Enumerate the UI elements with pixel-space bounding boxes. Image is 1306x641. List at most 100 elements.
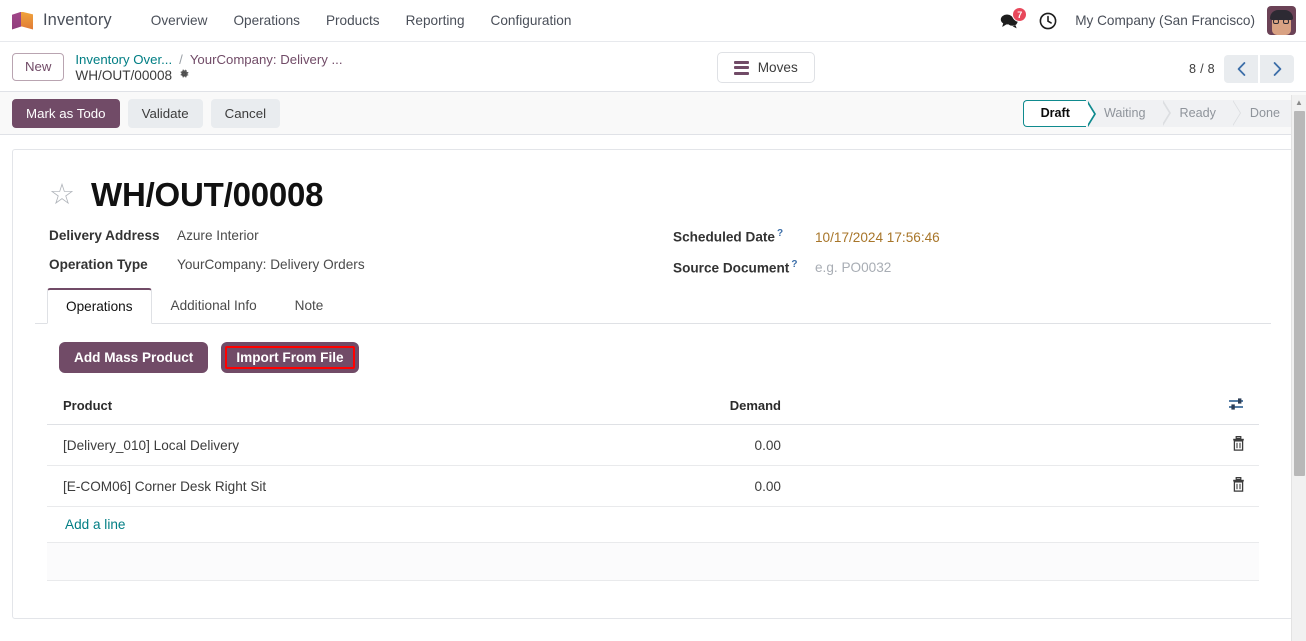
breadcrumb-item-delivery-orders[interactable]: YourCompany: Delivery ... bbox=[190, 52, 343, 67]
company-switcher[interactable]: My Company (San Francisco) bbox=[1067, 13, 1267, 28]
menu-configuration[interactable]: Configuration bbox=[478, 7, 585, 34]
add-mass-product-button[interactable]: Add Mass Product bbox=[59, 342, 209, 374]
cell-spacer bbox=[791, 424, 1211, 467]
messages-count-badge: 7 bbox=[1012, 7, 1028, 22]
moves-button[interactable]: Moves bbox=[716, 52, 815, 83]
list-icon bbox=[733, 60, 749, 75]
table-filler-cell bbox=[47, 542, 1259, 582]
import-from-file-button[interactable]: Import From File bbox=[221, 342, 359, 374]
clock-icon[interactable] bbox=[1029, 8, 1067, 34]
cell-actions bbox=[1211, 424, 1259, 467]
operations-action-buttons: Add Mass Product Import From File bbox=[59, 342, 1259, 374]
cell-demand[interactable]: 0.00 bbox=[591, 465, 791, 508]
menu-products[interactable]: Products bbox=[313, 7, 393, 34]
operations-table-head: Product Demand bbox=[47, 389, 1259, 426]
column-header-spacer bbox=[791, 389, 1211, 426]
form-fields: Delivery Address Azure Interior Operatio… bbox=[49, 228, 1271, 275]
cell-actions bbox=[1211, 465, 1259, 508]
trash-icon[interactable] bbox=[1232, 436, 1245, 454]
control-panel-center: Moves bbox=[343, 51, 1189, 83]
field-value-operation-type[interactable]: YourCompany: Delivery Orders bbox=[177, 257, 365, 272]
tab-additional-info[interactable]: Additional Info bbox=[152, 288, 276, 324]
operations-table-body: [Delivery_010] Local Delivery 0.00 [E-CO… bbox=[47, 424, 1259, 582]
status-pipeline: Draft Waiting Ready Done bbox=[1022, 99, 1294, 127]
form-column-right: Scheduled Date? 10/17/2024 17:56:46 Sour… bbox=[673, 228, 1271, 275]
odoo-inventory-app: Inventory Overview Operations Products R… bbox=[0, 0, 1306, 641]
record-reference: WH/OUT/00008 bbox=[75, 68, 173, 83]
mark-as-todo-button[interactable]: Mark as Todo bbox=[12, 98, 120, 128]
odoo-logo-icon bbox=[12, 9, 34, 33]
field-label-scheduled-date-text: Scheduled Date bbox=[673, 229, 775, 245]
scrollbar-thumb[interactable] bbox=[1294, 111, 1305, 476]
import-from-file-label: Import From File bbox=[236, 350, 344, 366]
breadcrumb-links: Inventory Over... / YourCompany: Deliver… bbox=[75, 52, 342, 67]
breadcrumb-separator: / bbox=[179, 52, 183, 67]
form-column-left: Delivery Address Azure Interior Operatio… bbox=[49, 228, 673, 275]
field-scheduled-date: Scheduled Date? 10/17/2024 17:56:46 bbox=[673, 228, 1271, 245]
field-value-scheduled-date[interactable]: 10/17/2024 17:56:46 bbox=[815, 230, 940, 245]
trash-icon[interactable] bbox=[1232, 477, 1245, 495]
chevron-right-icon[interactable] bbox=[1260, 55, 1294, 83]
column-header-demand[interactable]: Demand bbox=[591, 389, 791, 426]
cancel-button[interactable]: Cancel bbox=[210, 98, 281, 128]
status-stage-waiting[interactable]: Waiting bbox=[1085, 99, 1171, 127]
status-stage-draft[interactable]: Draft bbox=[1022, 99, 1096, 127]
field-label-delivery-address: Delivery Address bbox=[49, 228, 160, 243]
messages-icon[interactable]: 7 bbox=[990, 7, 1029, 33]
cell-demand[interactable]: 0.00 bbox=[591, 424, 791, 467]
field-value-source-document[interactable]: e.g. PO0032 bbox=[815, 260, 891, 275]
field-label-source-document: Source Document? bbox=[673, 259, 815, 276]
form-sheet-wrapper: ☆ WH/OUT/00008 Delivery Address Azure In… bbox=[0, 135, 1306, 619]
form-sheet: ☆ WH/OUT/00008 Delivery Address Azure In… bbox=[12, 149, 1294, 619]
chevron-left-icon[interactable] bbox=[1224, 55, 1258, 83]
notebook: Operations Additional Info Note Add Mass… bbox=[35, 287, 1271, 582]
vertical-scrollbar[interactable]: ▲ bbox=[1291, 95, 1306, 641]
moves-button-label: Moves bbox=[757, 60, 798, 75]
control-panel: New Inventory Over... / YourCompany: Del… bbox=[0, 42, 1306, 92]
cell-product[interactable]: [E-COM06] Corner Desk Right Sit bbox=[47, 465, 591, 508]
new-button[interactable]: New bbox=[12, 53, 65, 81]
column-header-product[interactable]: Product bbox=[47, 389, 591, 426]
navbar-systray: 7 My Company (San Francisco) bbox=[990, 6, 1296, 35]
scroll-up-arrow-icon[interactable]: ▲ bbox=[1292, 95, 1306, 109]
sliders-icon[interactable] bbox=[1228, 397, 1245, 411]
status-bar: Mark as Todo Validate Cancel Draft Waiti… bbox=[0, 92, 1306, 135]
field-label-operation-type: Operation Type bbox=[49, 257, 148, 272]
field-source-document: Source Document? e.g. PO0032 bbox=[673, 259, 1271, 276]
top-navbar: Inventory Overview Operations Products R… bbox=[0, 0, 1306, 42]
add-a-line-link[interactable]: Add a line bbox=[47, 507, 1259, 542]
cell-spacer bbox=[791, 465, 1211, 508]
breadcrumb-item-inventory-overview[interactable]: Inventory Over... bbox=[75, 52, 172, 67]
help-icon-source-document[interactable]: ? bbox=[791, 259, 797, 270]
field-label-scheduled-date: Scheduled Date? bbox=[673, 228, 815, 245]
field-operation-type: Operation Type YourCompany: Delivery Ord… bbox=[49, 257, 673, 272]
gear-icon[interactable] bbox=[178, 68, 190, 83]
tab-operations[interactable]: Operations bbox=[47, 288, 152, 325]
tab-note[interactable]: Note bbox=[276, 288, 343, 324]
field-value-delivery-address[interactable]: Azure Interior bbox=[177, 228, 259, 243]
table-row[interactable]: [Delivery_010] Local Delivery 0.00 bbox=[47, 424, 1259, 467]
menu-reporting[interactable]: Reporting bbox=[393, 7, 478, 34]
field-delivery-address: Delivery Address Azure Interior bbox=[49, 228, 673, 243]
status-stage-ready[interactable]: Ready bbox=[1161, 99, 1242, 127]
menu-operations[interactable]: Operations bbox=[220, 7, 313, 34]
pager-buttons bbox=[1224, 55, 1294, 83]
help-icon-scheduled-date[interactable]: ? bbox=[777, 228, 783, 239]
breadcrumb: Inventory Over... / YourCompany: Deliver… bbox=[75, 51, 342, 83]
notebook-tabs: Operations Additional Info Note bbox=[35, 287, 1271, 325]
optional-columns-toggle[interactable] bbox=[1211, 389, 1259, 426]
pager-counter[interactable]: 8 / 8 bbox=[1189, 62, 1215, 76]
record-action-buttons: Mark as Todo Validate Cancel bbox=[12, 98, 281, 128]
add-line-row: Add a line bbox=[47, 506, 1259, 544]
star-outline-icon[interactable]: ☆ bbox=[49, 180, 75, 210]
page-title: WH/OUT/00008 bbox=[91, 176, 324, 213]
cell-product[interactable]: [Delivery_010] Local Delivery bbox=[47, 424, 591, 467]
table-row[interactable]: [E-COM06] Corner Desk Right Sit 0.00 bbox=[47, 465, 1259, 508]
menu-overview[interactable]: Overview bbox=[138, 7, 221, 34]
user-avatar[interactable] bbox=[1267, 6, 1296, 35]
app-name[interactable]: Inventory bbox=[43, 11, 112, 30]
breadcrumb-current-record: WH/OUT/00008 bbox=[75, 68, 342, 83]
table-header-row: Product Demand bbox=[47, 389, 1259, 426]
validate-button[interactable]: Validate bbox=[127, 98, 203, 128]
record-title-row: ☆ WH/OUT/00008 bbox=[49, 176, 1271, 214]
